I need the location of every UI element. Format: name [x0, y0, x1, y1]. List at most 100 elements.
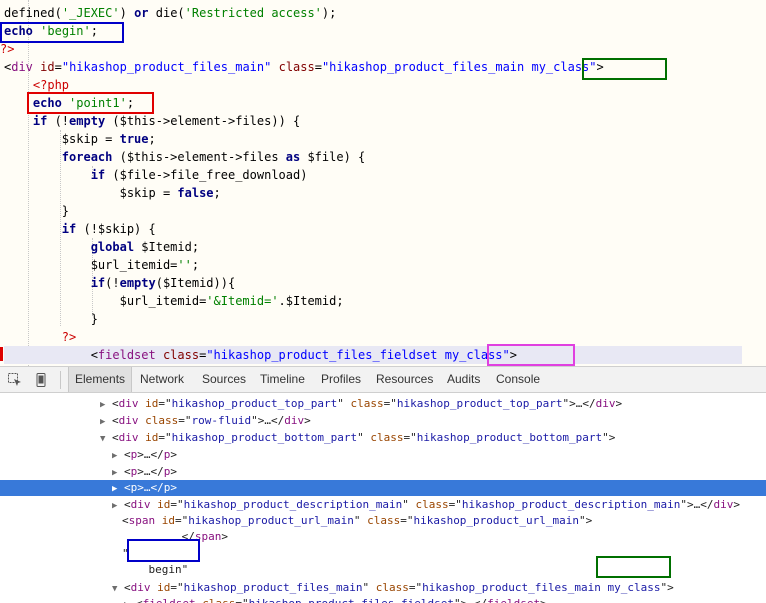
code-line[interactable]: if (!$skip) {: [4, 220, 156, 238]
token: <: [4, 348, 98, 362]
dom-node-content: ▼ <div id="hikashop_product_bottom_part"…: [100, 430, 615, 447]
token: }: [4, 312, 98, 326]
tab-profiles[interactable]: Profiles: [315, 367, 367, 392]
code-line[interactable]: if (!empty ($this->element->files)) {: [4, 112, 300, 130]
code-line[interactable]: }: [4, 310, 98, 328]
token: =": [448, 498, 462, 511]
dom-node[interactable]: <span id="hikashop_product_url_main" cla…: [0, 513, 766, 529]
token: class: [162, 348, 200, 362]
token: =": [158, 397, 172, 410]
toolbar-separator: [60, 371, 61, 389]
code-line[interactable]: $url_itemid='&Itemid='.$Itemid;: [4, 292, 344, 310]
token: =": [178, 414, 192, 427]
dom-node-content: begin": [122, 562, 188, 578]
token: hikashop_product_files_main my_class: [422, 581, 661, 594]
tab-console[interactable]: Console: [490, 367, 546, 392]
token: >…</: [137, 481, 164, 494]
token: false: [177, 186, 214, 200]
dom-node[interactable]: ▶ <p>…</p>: [0, 464, 766, 480]
token: '': [177, 258, 192, 272]
token: if: [90, 168, 106, 182]
token: =": [400, 514, 414, 527]
token: ">: [602, 431, 616, 444]
code-line[interactable]: if(!empty($Itemid)){: [4, 274, 236, 292]
dom-node[interactable]: ▶ <div class="row-fluid">…</div>: [0, 413, 766, 429]
code-line[interactable]: $skip = false;: [4, 184, 221, 202]
dom-node[interactable]: ▶ <p>…</p>: [0, 447, 766, 463]
dom-node-content: ▶ <p>…</p>: [112, 447, 177, 464]
devtools-panel: Elements Network Sources Timeline Profiles Re…: [0, 366, 766, 603]
code-line[interactable]: $skip = true;: [4, 130, 156, 148]
tab-resources[interactable]: Resources: [370, 367, 439, 392]
token: div: [130, 498, 151, 511]
highlight-box-my-class: [582, 58, 667, 80]
dom-node-content: ▶ <div id="hikashop_product_top_part" cl…: [100, 396, 622, 413]
token: div: [595, 397, 616, 410]
dom-node[interactable]: ▶ <div id="hikashop_product_top_part" cl…: [0, 396, 766, 412]
token: ($this->element->files)) {: [105, 114, 301, 128]
dom-node[interactable]: ▼ <div id="hikashop_product_files_main" …: [0, 580, 766, 596]
token: class: [202, 597, 235, 603]
token: $Itemid;: [134, 240, 200, 254]
token: row-fluid: [191, 414, 252, 427]
code-line[interactable]: }: [4, 202, 69, 220]
token: <: [122, 514, 129, 527]
token: empty: [119, 276, 156, 290]
code-line[interactable]: <fieldset class="hikashop_product_files_…: [4, 346, 742, 364]
token: class: [375, 581, 409, 594]
token: <: [112, 431, 119, 444]
token: ;: [191, 258, 200, 272]
token: global: [90, 240, 135, 254]
code-editor[interactable]: defined('_JEXEC') or die('Restricted acc…: [0, 0, 766, 366]
token: >: [170, 448, 178, 461]
dom-node-content: ▶ <div id="hikashop_product_description_…: [112, 497, 740, 514]
code-line[interactable]: foreach ($this->element->files as $file)…: [4, 148, 365, 166]
code-line[interactable]: ?>: [4, 328, 76, 346]
tab-network[interactable]: Network: [134, 367, 190, 392]
tab-audits[interactable]: Audits: [441, 367, 486, 392]
code-line[interactable]: defined('_JEXEC') or die('Restricted acc…: [4, 4, 336, 22]
token: ": [353, 514, 368, 527]
code-line[interactable]: global $Itemid;: [4, 238, 199, 256]
token: ($file->file_free_download): [105, 168, 308, 182]
tab-sources[interactable]: Sources: [196, 367, 252, 392]
token: >: [170, 465, 178, 478]
token: (: [54, 6, 62, 20]
tab-elements[interactable]: Elements: [68, 367, 133, 392]
token: ">: [660, 581, 674, 594]
dom-node[interactable]: ▼ <div id="hikashop_product_bottom_part"…: [0, 430, 766, 446]
token: ": [402, 498, 416, 511]
token: div: [713, 498, 734, 511]
token: =": [170, 581, 184, 594]
device-mode-icon[interactable]: [33, 372, 49, 388]
dom-node[interactable]: ▶ <fieldset class="hikashop_product_file…: [0, 596, 766, 603]
token: ;: [148, 132, 156, 146]
token: (!: [47, 114, 70, 128]
code-line[interactable]: $url_itemid='';: [4, 256, 199, 274]
dom-node[interactable]: </span>: [0, 529, 766, 545]
token: =": [158, 431, 172, 444]
code-line[interactable]: if ($file->file_free_download): [4, 166, 308, 184]
token: ($this->element->files: [112, 150, 286, 164]
token: ">…</: [680, 498, 714, 511]
token: foreach: [61, 150, 113, 164]
token: if: [32, 114, 48, 128]
token: if: [90, 276, 106, 290]
token: (!$skip) {: [76, 222, 156, 236]
token: ">…</: [562, 397, 596, 410]
token: ">: [579, 514, 593, 527]
token: =": [175, 514, 189, 527]
token: =": [403, 431, 417, 444]
token: >: [733, 498, 741, 511]
inspect-element-icon[interactable]: [7, 372, 23, 388]
token: <: [112, 397, 119, 410]
dom-node-selected[interactable]: ▶ <p>…</p>: [0, 480, 766, 496]
token: hikashop_product_top_part: [171, 397, 338, 410]
code-line[interactable]: <div id="hikashop_product_files_main" cl…: [4, 58, 604, 76]
tab-timeline[interactable]: Timeline: [254, 367, 311, 392]
dom-node[interactable]: ▶ <div id="hikashop_product_description_…: [0, 497, 766, 513]
